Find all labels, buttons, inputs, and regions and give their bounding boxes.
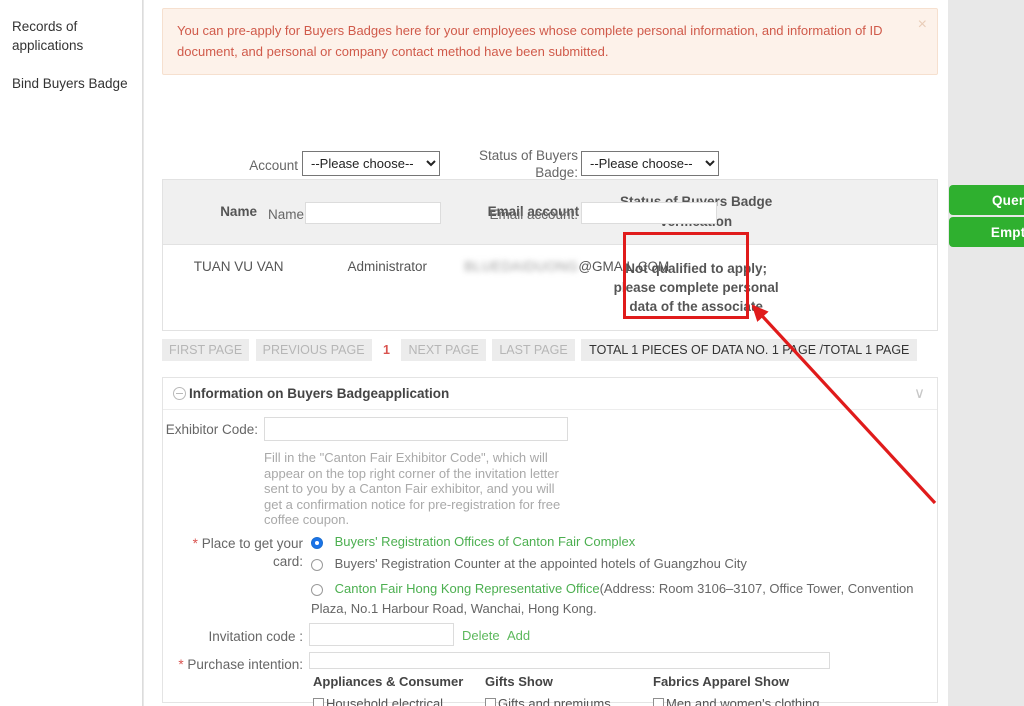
page-root: Records of applications Bind Buyers Badg… — [0, 0, 1024, 706]
cell-spacer — [786, 245, 937, 331]
purchase-group-title-3: Fabrics Apparel Show — [653, 674, 790, 689]
empty-button[interactable]: Empty — [949, 217, 1024, 247]
purchase-option-1-1[interactable]: Household electrical appliances — [313, 696, 493, 706]
table-row: TUAN VU VAN Administrator BLUEDAIDUONG@G… — [163, 245, 937, 331]
annotation-highlight-box — [623, 232, 749, 319]
place-radio-1[interactable] — [311, 536, 323, 549]
purchase-option-2-1[interactable]: Gifts and premiums — [485, 696, 665, 706]
cell-account-role: Administrator — [347, 259, 427, 274]
info-alert: You can pre-apply for Buyers Badges here… — [162, 8, 938, 75]
minus-circle-icon[interactable] — [173, 387, 186, 400]
purchase-checkbox-2-1[interactable] — [485, 698, 496, 706]
invitation-delete-link[interactable]: Delete — [462, 628, 500, 643]
name-label: Name — [267, 207, 304, 222]
sidebar: Records of applications Bind Buyers Badg… — [0, 0, 143, 706]
alert-text: You can pre-apply for Buyers Badges here… — [177, 23, 883, 59]
results-table: Name Account role Email account Status o… — [163, 180, 937, 330]
sidebar-item-records-of-applications[interactable]: Records of applications — [0, 14, 142, 58]
pagination-info: TOTAL 1 PIECES OF DATA NO. 1 PAGE /TOTAL… — [581, 339, 918, 361]
place-option-3[interactable]: Canton Fair Hong Kong Representative Off… — [311, 579, 951, 619]
search-form: Account role: --Please choose-- Status o… — [162, 75, 1024, 247]
purchase-checkbox-1-1[interactable] — [313, 698, 324, 706]
required-asterisk-place: * — [192, 536, 198, 551]
exhibitor-code-label: Exhibitor Code: — [165, 422, 258, 437]
first-page-button[interactable]: FIRST PAGE — [162, 339, 250, 361]
purchase-group-title-2: Gifts Show — [485, 674, 553, 689]
chevron-down-icon[interactable]: ∨ — [914, 384, 925, 402]
email-masked-part: BLUEDAIDUONG — [464, 259, 579, 274]
status-of-buyers-badge-select[interactable]: --Please choose-- — [581, 151, 719, 176]
buyers-badge-application-panel: Information on Buyers Badgeapplication ∨… — [162, 377, 938, 706]
purchase-option-3-1[interactable]: Men and women's clothing — [653, 696, 853, 706]
sidebar-item-bind-buyers-badge[interactable]: Bind Buyers Badge — [0, 71, 142, 96]
exhibitor-code-input[interactable] — [264, 417, 568, 441]
status-of-buyers-badge-label: Status of Buyers Badge: — [478, 148, 578, 180]
email-account-input[interactable] — [581, 202, 717, 224]
purchase-group-gifts: Gifts Show Gifts and premiums — [485, 674, 665, 706]
place-option-2-label: Buyers' Registration Counter at the appo… — [334, 556, 747, 571]
name-input[interactable] — [305, 202, 441, 224]
purchase-label-text: Purchase intention: — [187, 657, 303, 672]
exhibitor-code-hint: Fill in the "Canton Fair Exhibitor Code"… — [264, 450, 561, 528]
next-page-button[interactable]: NEXT PAGE — [401, 339, 486, 361]
invitation-code-label: Invitation code : — [208, 629, 303, 644]
results-table-wrapper: Name Account role Email account Status o… — [162, 179, 938, 331]
table-body: TUAN VU VAN Administrator BLUEDAIDUONG@G… — [163, 245, 937, 331]
place-option-1[interactable]: Buyers' Registration Offices of Canton F… — [311, 534, 831, 549]
column-header-spacer — [785, 180, 937, 245]
panel-header[interactable]: Information on Buyers Badgeapplication ∨ — [163, 378, 937, 410]
place-option-3-label: Canton Fair Hong Kong Representative Off… — [334, 581, 600, 596]
main-content: You can pre-apply for Buyers Badges here… — [144, 0, 1024, 706]
pagination: FIRST PAGE PREVIOUS PAGE 1 NEXT PAGE LAS… — [162, 339, 938, 361]
panel-body: Exhibitor Code: Fill in the "Canton Fair… — [163, 410, 937, 706]
panel-title: Information on Buyers Badgeapplication — [189, 386, 450, 401]
purchase-group-title-1: Appliances & Consumer — [313, 674, 464, 689]
close-icon[interactable]: × — [918, 17, 927, 33]
purchase-intention-input[interactable] — [309, 652, 830, 669]
purchase-group-fabrics: Fabrics Apparel Show Men and women's clo… — [653, 674, 853, 706]
required-asterisk-purchase: * — [178, 657, 184, 672]
purchase-option-label-2-1: Gifts and premiums — [498, 696, 611, 706]
email-account-label: Email account: — [489, 207, 578, 222]
cell-name: TUAN VU VAN — [193, 259, 284, 274]
account-role-select[interactable]: --Please choose-- — [302, 151, 440, 176]
query-button[interactable]: Query — [949, 185, 1024, 215]
place-option-2[interactable]: Buyers' Registration Counter at the appo… — [311, 556, 871, 571]
place-label-text: Place to get your card: — [201, 536, 303, 569]
previous-page-button[interactable]: PREVIOUS PAGE — [255, 339, 372, 361]
purchase-option-label-1-1: Household electrical appliances — [326, 696, 444, 706]
page-number-1[interactable]: 1 — [378, 340, 395, 360]
invitation-add-link[interactable]: Add — [507, 628, 530, 643]
last-page-button[interactable]: LAST PAGE — [492, 339, 575, 361]
cell-email-account: BLUEDAIDUONG@GMAIL.COM — [460, 245, 669, 331]
purchase-option-label-3-1: Men and women's clothing — [666, 696, 820, 706]
place-option-1-label: Buyers' Registration Offices of Canton F… — [334, 534, 636, 549]
place-radio-3[interactable] — [311, 583, 323, 596]
purchase-checkbox-3-1[interactable] — [653, 698, 664, 706]
place-radio-2[interactable] — [311, 558, 323, 571]
invitation-code-input[interactable] — [309, 623, 454, 646]
place-to-get-card-label: * Place to get your card: — [163, 535, 303, 571]
purchase-intention-label: * Purchase intention: — [163, 656, 303, 674]
purchase-group-appliances: Appliances & Consumer Household electric… — [313, 674, 493, 706]
